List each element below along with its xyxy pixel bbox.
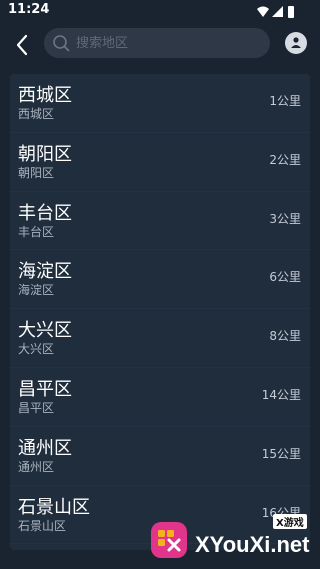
status-icons [256,4,296,18]
district-name: 大兴区 [18,320,72,342]
watermark: XYouXi.net X游戏 [145,512,320,569]
district-name: 通州区 [18,437,72,459]
district-row[interactable]: 昌平区 昌平区 14公里 [10,368,310,427]
locate-button[interactable] [285,32,307,54]
status-bar: 11:24 [0,0,320,24]
top-bar [0,24,320,68]
watermark-badge: X游戏 [273,514,307,529]
district-subtitle: 石景山区 [18,518,67,533]
district-row[interactable]: 通州区 通州区 15公里 [10,427,310,486]
district-list: 西城区 西城区 1公里 朝阳区 朝阳区 2公里 丰台区 丰台区 3公里 海淀区 … [10,74,310,550]
district-row[interactable]: 丰台区 丰台区 3公里 [10,192,310,251]
district-distance: 3公里 [269,211,301,226]
district-name: 昌平区 [18,378,72,400]
district-distance: 6公里 [269,270,301,285]
district-subtitle: 丰台区 [18,224,55,239]
back-button[interactable] [12,32,34,58]
watermark-text: XYouXi.net [195,532,310,557]
district-row[interactable]: 海淀区 海淀区 6公里 [10,250,310,310]
battery-icon [288,6,294,18]
district-subtitle: 西城区 [18,107,55,121]
district-row[interactable]: 西城区 西城区 1公里 [10,74,310,133]
wifi-icon [257,6,269,17]
district-distance: 15公里 [261,446,301,461]
district-subtitle: 朝阳区 [18,165,55,180]
district-subtitle: 海淀区 [18,283,55,298]
signal-icon [272,6,283,17]
gamepad-logo-icon [151,522,187,558]
district-subtitle: 昌平区 [18,400,55,415]
location-person-icon [291,37,301,48]
search-box[interactable] [44,28,270,58]
district-row[interactable]: 朝阳区 朝阳区 2公里 [10,133,310,192]
district-name: 海淀区 [18,261,72,283]
district-distance: 14公里 [261,387,301,402]
status-time: 11:24 [8,2,50,17]
back-arrow-icon [16,34,28,56]
district-distance: 1公里 [269,94,301,108]
district-row[interactable]: 大兴区 大兴区 8公里 [10,309,310,368]
district-name: 朝阳区 [18,143,72,165]
search-input[interactable] [76,28,262,58]
district-distance: 8公里 [269,329,301,344]
district-subtitle: 通州区 [18,459,55,474]
district-name: 西城区 [18,85,72,106]
district-name: 丰台区 [18,202,72,224]
search-icon [53,35,70,52]
district-name: 石景山区 [18,496,90,518]
district-distance: 2公里 [269,152,301,167]
district-subtitle: 大兴区 [18,342,55,357]
